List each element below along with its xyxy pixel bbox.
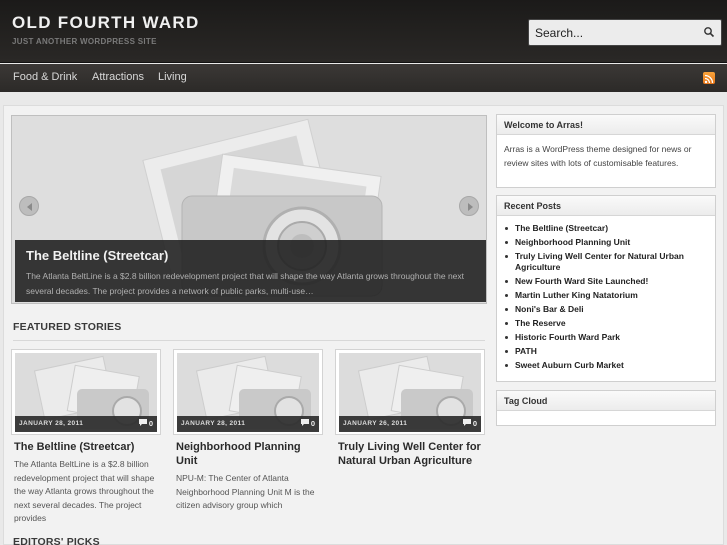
site-title[interactable]: OLD FOURTH WARD: [12, 13, 200, 33]
slider-next-button[interactable]: [459, 196, 479, 216]
card-date: JANUARY 28, 2011: [19, 420, 84, 427]
slide-caption: The Beltline (Streetcar) The Atlanta Bel…: [15, 240, 486, 302]
search-icon[interactable]: [703, 26, 715, 38]
featured-stories-heading: FEATURED STORIES: [13, 321, 122, 333]
nav-item-food-drink[interactable]: Food & Drink: [13, 71, 77, 83]
welcome-widget: Welcome to Arras! Arras is a WordPress t…: [496, 114, 716, 188]
main-nav: Food & Drink Attractions Living: [0, 64, 727, 92]
list-item[interactable]: The Beltline (Streetcar): [505, 223, 700, 234]
card-title[interactable]: Neighborhood Planning Unit: [176, 440, 324, 468]
list-item[interactable]: Truly Living Well Center for Natural Urb…: [505, 251, 700, 273]
recent-post-link[interactable]: Martin Luther King Natatorium: [515, 290, 638, 300]
slide-excerpt: The Atlanta BeltLine is a $2.8 billion r…: [26, 271, 465, 296]
slide-title[interactable]: The Beltline (Streetcar): [26, 248, 168, 263]
editors-picks-heading: EDITORS' PICKS: [13, 536, 100, 545]
recent-post-link[interactable]: Noni's Bar & Deli: [515, 304, 584, 314]
featured-card[interactable]: JANUARY 26, 2011 0 Truly Living Well Cen…: [335, 349, 485, 539]
list-item[interactable]: Sweet Auburn Curb Market: [505, 360, 700, 371]
search-input[interactable]: [529, 20, 699, 45]
comment-icon: [462, 419, 471, 426]
card-excerpt: [338, 472, 485, 542]
list-item[interactable]: New Fourth Ward Site Launched!: [505, 276, 700, 287]
section-divider: [13, 340, 485, 341]
recent-post-link[interactable]: The Beltline (Streetcar): [515, 223, 608, 233]
card-thumbnail[interactable]: JANUARY 26, 2011 0: [335, 349, 485, 435]
card-thumbnail[interactable]: JANUARY 28, 2011 0: [173, 349, 323, 435]
widget-title: Recent Posts: [497, 196, 715, 216]
card-date: JANUARY 26, 2011: [343, 420, 408, 427]
comment-icon: [300, 419, 309, 426]
list-item[interactable]: Historic Fourth Ward Park: [505, 332, 700, 343]
featured-card[interactable]: JANUARY 28, 2011 0 Neighborhood Planning…: [173, 349, 323, 539]
recent-post-link[interactable]: Historic Fourth Ward Park: [515, 332, 620, 342]
list-item[interactable]: Martin Luther King Natatorium: [505, 290, 700, 301]
comment-count[interactable]: 0: [138, 419, 153, 428]
nav-item-living[interactable]: Living: [158, 71, 187, 83]
featured-slider[interactable]: The Beltline (Streetcar) The Atlanta Bel…: [11, 115, 487, 304]
comment-count[interactable]: 0: [300, 419, 315, 428]
tag-cloud-widget: Tag Cloud: [496, 390, 716, 426]
recent-post-link[interactable]: Neighborhood Planning Unit: [515, 237, 630, 247]
comment-count[interactable]: 0: [462, 419, 477, 428]
card-excerpt: NPU-M: The Center of Atlanta Neighborhoo…: [176, 473, 315, 510]
recent-posts-list: The Beltline (Streetcar) Neighborhood Pl…: [505, 223, 700, 374]
card-thumbnail[interactable]: JANUARY 28, 2011 0: [11, 349, 161, 435]
card-excerpt: The Atlanta BeltLine is a $2.8 billion r…: [14, 459, 155, 523]
widget-title: Welcome to Arras!: [497, 115, 715, 135]
nav-item-attractions[interactable]: Attractions: [92, 71, 144, 83]
card-meta-bar: JANUARY 26, 2011 0: [339, 416, 481, 432]
featured-card[interactable]: JANUARY 28, 2011 0 The Beltline (Streetc…: [11, 349, 161, 539]
card-meta-bar: JANUARY 28, 2011 0: [177, 416, 319, 432]
arrow-right-icon: [468, 203, 473, 211]
rss-icon[interactable]: [703, 72, 715, 84]
list-item[interactable]: Noni's Bar & Deli: [505, 304, 700, 315]
comment-icon: [138, 419, 147, 426]
list-item[interactable]: Neighborhood Planning Unit: [505, 237, 700, 248]
recent-post-link[interactable]: PATH: [515, 346, 537, 356]
recent-posts-widget: Recent Posts The Beltline (Streetcar) Ne…: [496, 195, 716, 382]
arrow-left-icon: [27, 203, 32, 211]
recent-post-link[interactable]: Truly Living Well Center for Natural Urb…: [515, 251, 684, 272]
list-item[interactable]: PATH: [505, 346, 700, 357]
widget-title: Tag Cloud: [497, 391, 715, 411]
recent-post-link[interactable]: Sweet Auburn Curb Market: [515, 360, 624, 370]
card-meta-bar: JANUARY 28, 2011 0: [15, 416, 157, 432]
slider-prev-button[interactable]: [19, 196, 39, 216]
list-item[interactable]: The Reserve: [505, 318, 700, 329]
recent-post-link[interactable]: The Reserve: [515, 318, 566, 328]
card-date: JANUARY 28, 2011: [181, 420, 246, 427]
recent-post-link[interactable]: New Fourth Ward Site Launched!: [515, 276, 648, 286]
card-title[interactable]: Truly Living Well Center for Natural Urb…: [338, 440, 486, 468]
site-header: OLD FOURTH WARD JUST ANOTHER WORDPRESS S…: [0, 0, 727, 63]
search-box[interactable]: [528, 19, 722, 46]
site-tagline: JUST ANOTHER WORDPRESS SITE: [12, 37, 157, 46]
card-title[interactable]: The Beltline (Streetcar): [14, 440, 162, 454]
widget-text: Arras is a WordPress theme designed for …: [504, 144, 692, 168]
